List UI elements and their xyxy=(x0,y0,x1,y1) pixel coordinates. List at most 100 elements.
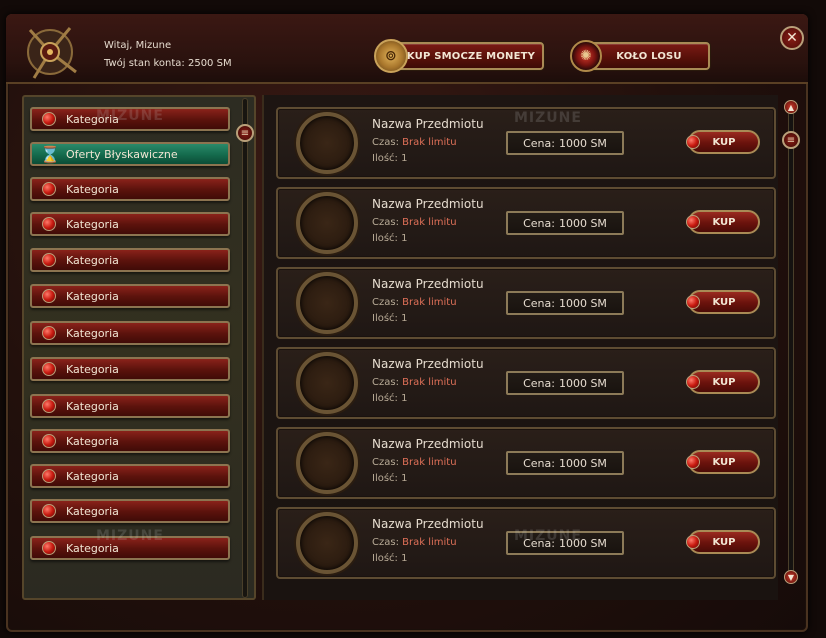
time-value: Brak limitu xyxy=(402,297,457,308)
time-label: Czas: xyxy=(372,297,399,308)
price-label: Cena: xyxy=(523,376,555,390)
item-price: Cena: 1000 SM xyxy=(506,371,624,395)
item-time: Czas: Brak limitu xyxy=(372,377,457,388)
watermark: MIZUNE xyxy=(514,528,582,544)
price-label: Cena: xyxy=(523,136,555,150)
sidebar-scrollbar[interactable] xyxy=(242,98,248,598)
close-button[interactable]: ✕ xyxy=(780,26,804,50)
scroll-up-button[interactable]: ▲ xyxy=(784,100,798,114)
category-label: Kategoria xyxy=(66,182,119,196)
price-label: Cena: xyxy=(523,456,555,470)
category-sidebar xyxy=(22,95,256,600)
item-time: Czas: Brak limitu xyxy=(372,137,457,148)
buy-button[interactable]: KUP xyxy=(686,130,760,154)
time-value: Brak limitu xyxy=(402,377,457,388)
buy-button[interactable]: KUP xyxy=(686,210,760,234)
item-quantity: Ilość: 1 xyxy=(372,233,408,244)
category-item[interactable]: Kategoria xyxy=(30,248,230,272)
red-gem-icon xyxy=(686,535,700,549)
price-value: 1000 SM xyxy=(558,296,607,310)
category-label: Kategoria xyxy=(66,253,119,267)
item-quantity: Ilość: 1 xyxy=(372,473,408,484)
item-icon-frame xyxy=(296,512,358,574)
category-flash-offers[interactable]: ⌛ Oferty Błyskawiczne xyxy=(30,142,230,166)
item-name: Nazwa Przedmiotu xyxy=(372,437,484,451)
shop-item-row: Nazwa Przedmiotu Czas: Brak limitu Ilość: … xyxy=(276,347,776,419)
item-slot[interactable] xyxy=(286,112,368,174)
category-item[interactable]: Kategoria xyxy=(30,177,230,201)
category-item[interactable]: Kategoria xyxy=(30,212,230,236)
list-scrollbar[interactable] xyxy=(788,112,794,574)
red-gem-icon xyxy=(42,434,56,448)
watermark: MIZUNE xyxy=(96,108,164,124)
item-price: Cena: 1000 SM xyxy=(506,211,624,235)
category-label: Kategoria xyxy=(66,504,119,518)
time-label: Czas: xyxy=(372,537,399,548)
item-time: Czas: Brak limitu xyxy=(372,217,457,228)
item-icon-frame xyxy=(296,352,358,414)
category-item[interactable]: Kategoria xyxy=(30,499,230,523)
buy-label: KUP xyxy=(712,376,736,388)
red-gem-icon xyxy=(686,295,700,309)
red-gem-icon xyxy=(42,253,56,267)
item-time: Czas: Brak limitu xyxy=(372,537,457,548)
item-time: Czas: Brak limitu xyxy=(372,457,457,468)
category-item[interactable]: Kategoria xyxy=(30,284,230,308)
wheel-icon: ✺ xyxy=(570,40,602,72)
item-price: Cena: 1000 SM xyxy=(506,451,624,475)
watermark: MIZUNE xyxy=(96,528,164,544)
buy-button[interactable]: KUP xyxy=(686,290,760,314)
red-gem-icon xyxy=(42,326,56,340)
buy-button[interactable]: KUP xyxy=(686,530,760,554)
red-gem-icon xyxy=(686,215,700,229)
time-label: Czas: xyxy=(372,217,399,228)
shop-item-row: Nazwa Przedmiotu Czas: Brak limitu Ilość: … xyxy=(276,267,776,339)
time-label: Czas: xyxy=(372,137,399,148)
category-label: Kategoria xyxy=(66,217,119,231)
shop-item-row: Nazwa Przedmiotu Czas: Brak limitu Ilość: … xyxy=(276,187,776,259)
category-item[interactable]: Kategoria xyxy=(30,357,230,381)
item-name: Nazwa Przedmiotu xyxy=(372,277,484,291)
dragon-coin-icon: ⊚ xyxy=(374,39,408,73)
item-icon-frame xyxy=(296,272,358,334)
red-gem-icon xyxy=(42,289,56,303)
buy-dragon-coins-button[interactable]: ⊚ KUP SMOCZE MONETY xyxy=(374,39,544,73)
item-slot[interactable] xyxy=(286,192,368,254)
item-slot[interactable] xyxy=(286,352,368,414)
price-label: Cena: xyxy=(523,216,555,230)
buy-label: KUP xyxy=(712,296,736,308)
buy-label: KUP xyxy=(712,136,736,148)
buy-button[interactable]: KUP xyxy=(686,370,760,394)
close-icon: ✕ xyxy=(786,30,798,46)
category-item[interactable]: Kategoria xyxy=(30,464,230,488)
price-value: 1000 SM xyxy=(558,136,607,150)
category-label: Kategoria xyxy=(66,469,119,483)
price-label: Cena: xyxy=(523,296,555,310)
item-name: Nazwa Przedmiotu xyxy=(372,197,484,211)
red-gem-icon xyxy=(686,375,700,389)
wheel-of-fortune-button[interactable]: ✺ KOŁO LOSU xyxy=(570,40,710,72)
category-label: Kategoria xyxy=(66,399,119,413)
buy-button[interactable]: KUP xyxy=(686,450,760,474)
item-icon-frame xyxy=(296,112,358,174)
dragon-emblem-icon xyxy=(27,27,77,79)
item-slot[interactable] xyxy=(286,272,368,334)
greeting-text: Witaj, Mizune xyxy=(104,40,172,51)
sidebar-scroll-handle[interactable]: ≡ xyxy=(236,124,254,142)
time-value: Brak limitu xyxy=(402,537,457,548)
price-value: 1000 SM xyxy=(558,456,607,470)
category-item[interactable]: Kategoria xyxy=(30,321,230,345)
item-slot[interactable] xyxy=(286,432,368,494)
hourglass-icon: ⌛ xyxy=(40,145,60,164)
list-scroll-handle[interactable]: ≡ xyxy=(782,131,800,149)
time-value: Brak limitu xyxy=(402,137,457,148)
category-item[interactable]: Kategoria xyxy=(30,394,230,418)
item-price: Cena: 1000 SM xyxy=(506,131,624,155)
buy-label: KUP xyxy=(712,456,736,468)
category-item[interactable]: Kategoria xyxy=(30,429,230,453)
time-value: Brak limitu xyxy=(402,217,457,228)
item-time: Czas: Brak limitu xyxy=(372,297,457,308)
item-slot[interactable] xyxy=(286,512,368,574)
scroll-down-button[interactable]: ▼ xyxy=(784,570,798,584)
red-gem-icon xyxy=(686,455,700,469)
